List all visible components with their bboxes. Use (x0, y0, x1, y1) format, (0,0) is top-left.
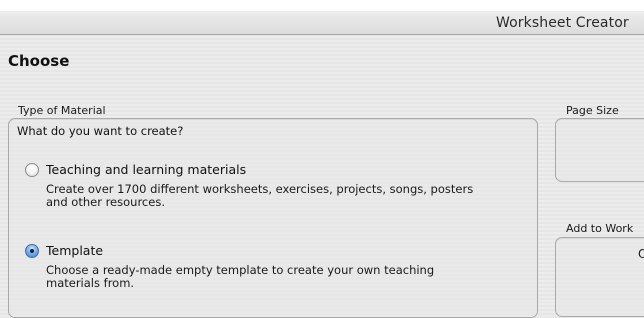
window-titlebar[interactable]: Worksheet Creator (0, 11, 644, 35)
page-size-label: Page Size (566, 104, 619, 117)
add-to-worksheet-label: Add to Work (566, 222, 634, 235)
create-question: What do you want to create? (17, 124, 184, 138)
template-label[interactable]: Template (46, 243, 103, 258)
teaching-materials-label[interactable]: Teaching and learning materials (46, 162, 246, 177)
add-to-worksheet-fragment: O (638, 247, 644, 261)
teaching-materials-radio[interactable] (25, 163, 39, 177)
teaching-materials-description: Create over 1700 different worksheets, e… (46, 182, 474, 209)
page-heading: Choose (8, 52, 70, 70)
document-strip (0, 0, 644, 11)
page-size-group (555, 118, 644, 182)
radio-selected-dot (30, 249, 34, 253)
type-of-material-group: What do you want to create? Teaching and… (8, 118, 538, 318)
add-to-worksheet-group: O (555, 237, 644, 317)
type-of-material-label: Type of Material (18, 104, 106, 117)
template-description: Choose a ready-made empty template to cr… (46, 263, 435, 290)
template-radio[interactable] (25, 244, 39, 258)
window-title: Worksheet Creator (496, 15, 629, 31)
